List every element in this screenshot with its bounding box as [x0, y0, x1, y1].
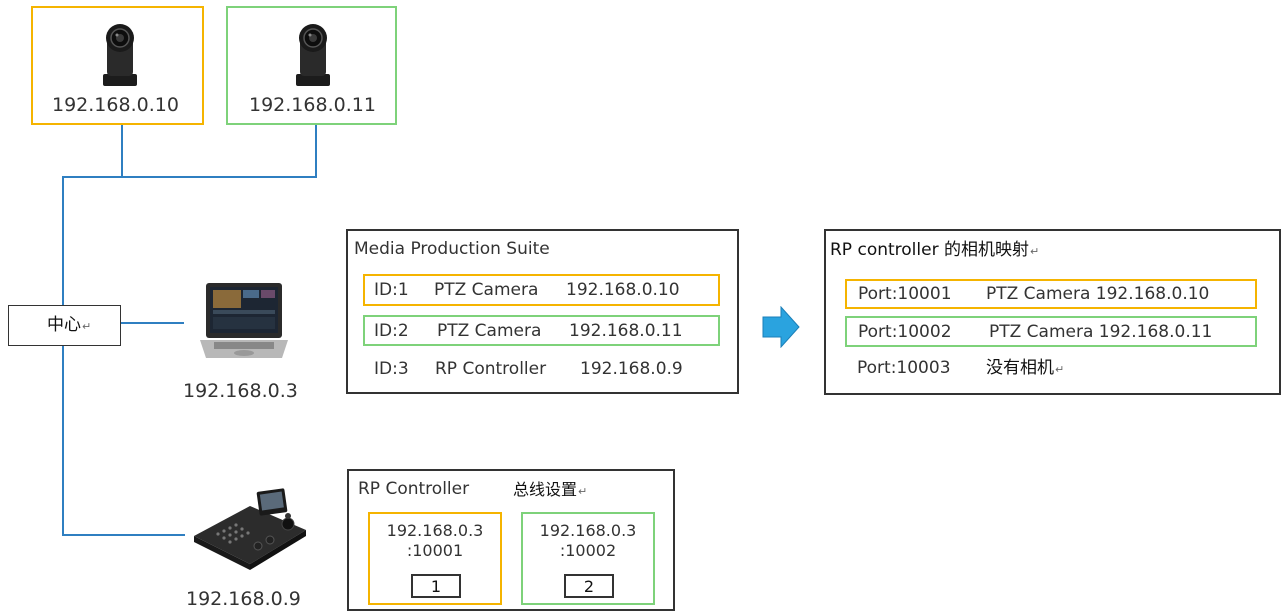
- mps-row-id: ID:2: [374, 321, 409, 341]
- mps-panel: Media Production Suite ID:1 PTZ Camera 1…: [346, 229, 739, 394]
- mps-row-id: ID:1: [374, 280, 409, 300]
- camera-2-node: 192.168.0.11: [226, 6, 397, 125]
- camera-1-node: 192.168.0.10: [31, 6, 204, 125]
- mapping-title: RP controller 的相机映射↵: [830, 240, 1040, 260]
- mapping-port: Port:10002: [858, 322, 952, 342]
- mapping-value: 没有相机↵: [986, 358, 1065, 378]
- bus-1-card: 192.168.0.3 :10001 1: [368, 512, 502, 605]
- connection-line: [315, 124, 317, 177]
- arrow-right-icon: [762, 306, 800, 348]
- hub-node: 中心↵: [8, 305, 121, 346]
- mps-row-ip: 192.168.0.10: [566, 280, 680, 300]
- bus-2-card: 192.168.0.3 :10002 2: [521, 512, 655, 605]
- connection-line: [120, 322, 184, 324]
- bus-port: :10002: [559, 541, 617, 560]
- controller-ip-label: 192.168.0.9: [186, 588, 301, 610]
- mps-row-camera-1: ID:1 PTZ Camera 192.168.0.10: [363, 274, 720, 306]
- bus-port: :10001: [406, 541, 464, 560]
- mps-row-name: PTZ Camera: [434, 280, 539, 300]
- mps-row-ip: 192.168.0.9: [580, 359, 683, 379]
- ptz-camera-icon: [103, 24, 137, 86]
- bus-ip: 192.168.0.3: [386, 521, 484, 540]
- mapping-row-2: Port:10002 PTZ Camera 192.168.0.11: [845, 316, 1257, 347]
- connection-line: [62, 345, 64, 535]
- connection-line: [62, 534, 185, 536]
- mps-row-name: PTZ Camera: [437, 321, 542, 341]
- mapping-value: PTZ Camera 192.168.0.11: [989, 322, 1213, 342]
- bus-number-box: 2: [564, 574, 614, 598]
- mps-row-camera-2: ID:2 PTZ Camera 192.168.0.11: [363, 315, 720, 346]
- ptz-camera-icon: [296, 24, 330, 86]
- rp-title: RP Controller: [358, 479, 470, 499]
- laptop-ip-label: 192.168.0.3: [183, 380, 298, 402]
- rp-bus-panel: RP Controller 总线设置↵ 192.168.0.3 :10001 1…: [347, 469, 675, 611]
- connection-line: [121, 124, 123, 177]
- connection-line: [62, 176, 317, 178]
- mapping-port: Port:10001: [858, 284, 952, 304]
- mapping-port: Port:10003: [857, 358, 951, 378]
- mapping-panel: RP controller 的相机映射↵ Port:10001 PTZ Came…: [824, 229, 1281, 395]
- mapping-row-1: Port:10001 PTZ Camera 192.168.0.10: [845, 279, 1257, 309]
- mps-title: Media Production Suite: [354, 239, 550, 259]
- bus-ip: 192.168.0.3: [539, 521, 637, 540]
- rp-controller-icon: [194, 488, 306, 570]
- camera-ip-label: 192.168.0.10: [52, 94, 179, 116]
- rp-subtitle: 总线设置↵: [513, 480, 588, 499]
- mapping-value: PTZ Camera 192.168.0.10: [986, 284, 1210, 304]
- mps-row-name: RP Controller: [435, 359, 547, 379]
- bus-number-box: 1: [411, 574, 461, 598]
- mps-row-id: ID:3: [374, 359, 409, 379]
- laptop-icon: [200, 283, 288, 358]
- mps-row-ip: 192.168.0.11: [569, 321, 683, 341]
- camera-ip-label: 192.168.0.11: [249, 94, 376, 116]
- bus-number: 2: [583, 577, 595, 596]
- hub-label: 中心↵: [47, 315, 92, 335]
- bus-number: 1: [430, 577, 442, 596]
- connection-line: [62, 176, 64, 305]
